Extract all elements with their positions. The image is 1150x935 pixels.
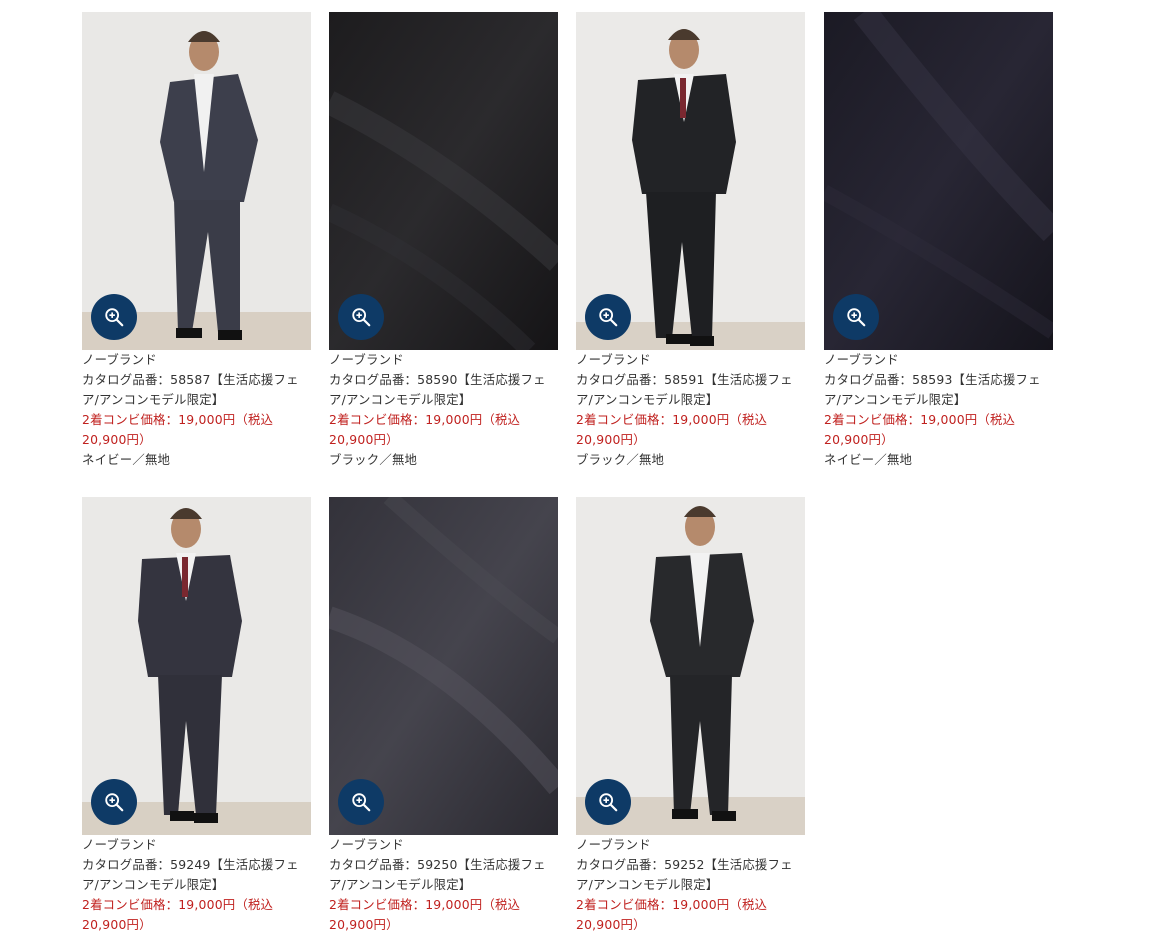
zoom-in-icon [847, 308, 866, 327]
product-info: ノーブランド カタログ品番：59250【生活応援フェア/アンコンモデル限定】 2… [329, 835, 558, 935]
product-info: ノーブランド カタログ品番：58591【生活応援フェア/アンコンモデル限定】 2… [576, 350, 805, 470]
product-image[interactable] [82, 497, 311, 835]
product-card[interactable]: ノーブランド カタログ品番：58591【生活応援フェア/アンコンモデル限定】 2… [576, 12, 805, 470]
product-image[interactable] [576, 12, 805, 350]
product-title[interactable]: カタログ品番：58587【生活応援フェア/アンコンモデル限定】 [82, 370, 311, 410]
product-card[interactable]: ノーブランド カタログ品番：58590【生活応援フェア/アンコンモデル限定】 2… [329, 12, 558, 470]
zoom-in-icon [599, 308, 618, 327]
product-image[interactable] [824, 12, 1053, 350]
product-price: 2着コンビ価格：19,000円（税込 20,900円） [576, 897, 768, 932]
product-info: ノーブランド カタログ品番：59249【生活応援フェア/アンコンモデル限定】 2… [82, 835, 311, 935]
zoom-in-icon [599, 793, 618, 812]
product-brand: ノーブランド [329, 837, 404, 852]
product-brand: ノーブランド [329, 352, 404, 367]
product-card[interactable]: ノーブランド カタログ品番：59250【生活応援フェア/アンコンモデル限定】 2… [329, 497, 558, 935]
zoom-button[interactable] [91, 294, 137, 340]
product-info: ノーブランド カタログ品番：58587【生活応援フェア/アンコンモデル限定】 2… [82, 350, 311, 470]
product-title[interactable]: カタログ品番：59249【生活応援フェア/アンコンモデル限定】 [82, 855, 311, 895]
product-brand: ノーブランド [576, 352, 651, 367]
product-price: 2着コンビ価格：19,000円（税込 20,900円） [329, 897, 521, 932]
zoom-in-icon [352, 308, 371, 327]
product-image[interactable] [576, 497, 805, 835]
zoom-in-icon [352, 793, 371, 812]
zoom-button[interactable] [585, 779, 631, 825]
zoom-in-icon [105, 793, 124, 812]
product-price: 2着コンビ価格：19,000円（税込 20,900円） [329, 412, 521, 447]
product-card[interactable]: ノーブランド カタログ品番：58593【生活応援フェア/アンコンモデル限定】 2… [824, 12, 1053, 470]
product-title[interactable]: カタログ品番：58591【生活応援フェア/アンコンモデル限定】 [576, 370, 805, 410]
product-brand: ノーブランド [82, 837, 157, 852]
product-price: 2着コンビ価格：19,000円（税込 20,900円） [824, 412, 1016, 447]
product-color: ブラック／無地 [576, 452, 665, 467]
zoom-button[interactable] [833, 294, 879, 340]
product-card[interactable]: ノーブランド カタログ品番：59249【生活応援フェア/アンコンモデル限定】 2… [82, 497, 311, 935]
product-price: 2着コンビ価格：19,000円（税込 20,900円） [576, 412, 768, 447]
product-info: ノーブランド カタログ品番：58593【生活応援フェア/アンコンモデル限定】 2… [824, 350, 1053, 470]
zoom-button[interactable] [338, 294, 384, 340]
product-color: ブラック／無地 [329, 452, 418, 467]
product-title[interactable]: カタログ品番：59252【生活応援フェア/アンコンモデル限定】 [576, 855, 805, 895]
product-image[interactable] [329, 12, 558, 350]
product-card[interactable]: ノーブランド カタログ品番：59252【生活応援フェア/アンコンモデル限定】 2… [576, 497, 805, 935]
product-brand: ノーブランド [82, 352, 157, 367]
zoom-button[interactable] [338, 779, 384, 825]
product-card[interactable]: ノーブランド カタログ品番：58587【生活応援フェア/アンコンモデル限定】 2… [82, 12, 311, 470]
product-brand: ノーブランド [576, 837, 651, 852]
product-price: 2着コンビ価格：19,000円（税込 20,900円） [82, 412, 274, 447]
zoom-button[interactable] [91, 779, 137, 825]
product-image[interactable] [329, 497, 558, 835]
product-title[interactable]: カタログ品番：58593【生活応援フェア/アンコンモデル限定】 [824, 370, 1053, 410]
product-image[interactable] [82, 12, 311, 350]
product-title[interactable]: カタログ品番：58590【生活応援フェア/アンコンモデル限定】 [329, 370, 558, 410]
product-info: ノーブランド カタログ品番：58590【生活応援フェア/アンコンモデル限定】 2… [329, 350, 558, 470]
zoom-in-icon [105, 308, 124, 327]
product-color: ネイビー／無地 [824, 452, 913, 467]
product-info: ノーブランド カタログ品番：59252【生活応援フェア/アンコンモデル限定】 2… [576, 835, 805, 935]
product-brand: ノーブランド [824, 352, 899, 367]
zoom-button[interactable] [585, 294, 631, 340]
product-price: 2着コンビ価格：19,000円（税込 20,900円） [82, 897, 274, 932]
product-title[interactable]: カタログ品番：59250【生活応援フェア/アンコンモデル限定】 [329, 855, 558, 895]
product-color: ネイビー／無地 [82, 452, 171, 467]
